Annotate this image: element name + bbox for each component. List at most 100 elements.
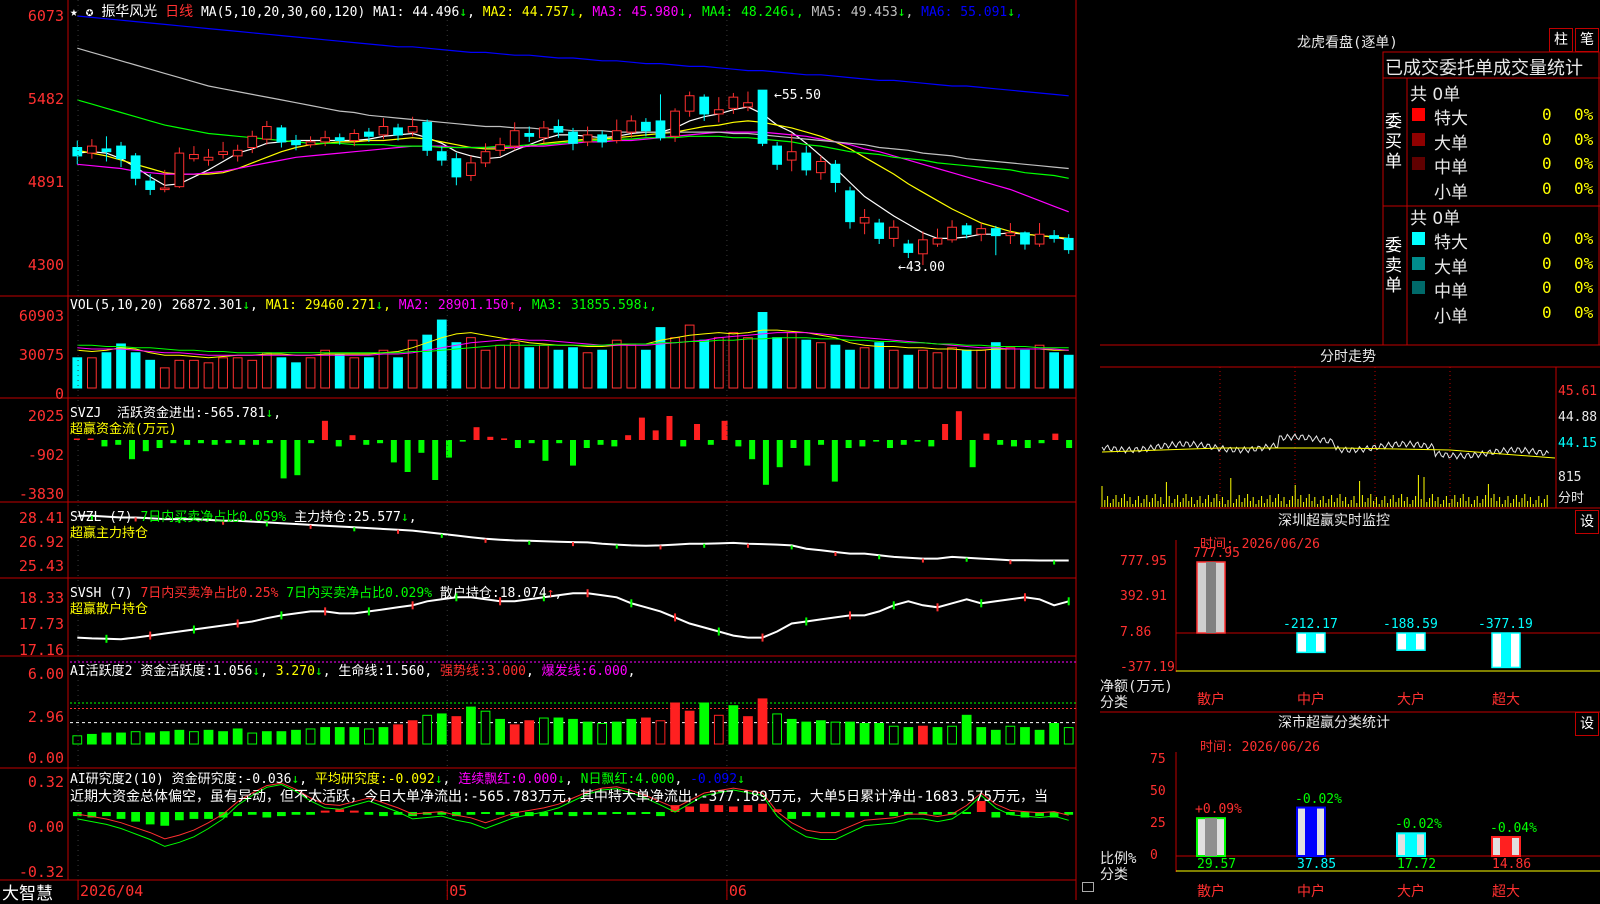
fund-flow-bar [1066, 440, 1073, 448]
candle-body [495, 144, 505, 151]
activity-bar [641, 717, 651, 745]
fund-flow-bar [804, 440, 811, 466]
monitor-ytick: 392.91 [1120, 589, 1167, 604]
activity-bar [495, 718, 505, 745]
activity-bar [524, 720, 535, 745]
research-bar [860, 812, 869, 817]
period-label[interactable]: 日线 [165, 4, 193, 20]
candle-body [597, 134, 608, 143]
candle-body [218, 151, 228, 155]
volume-bar [918, 349, 928, 389]
monitor-settings-button[interactable]: 设 [1575, 510, 1599, 534]
lock-icon[interactable] [1082, 882, 1094, 892]
sell-total: 共 0单 [1410, 209, 1461, 229]
research-bar [714, 805, 724, 812]
monitor-category: 超大 [1492, 692, 1520, 708]
vol-ma-legend-1: MA1: 29460.271↓, [265, 298, 399, 313]
activity-bar [1063, 727, 1074, 745]
stock-name[interactable]: 振华风光 [101, 4, 157, 20]
order-size-label: 特大 [1434, 109, 1468, 129]
order-count: 0 [1542, 105, 1552, 124]
volume-bar [699, 339, 710, 389]
order-size-label: 中单 [1434, 282, 1468, 302]
research-bar [174, 812, 184, 821]
volume-bar [393, 357, 403, 389]
activity-bar [291, 729, 301, 745]
candle-body [815, 160, 826, 174]
monitor-bar-highlight [1501, 633, 1511, 668]
research-bar [116, 812, 126, 819]
candle-body [1020, 232, 1030, 245]
low-price-label: ←43.00 [898, 260, 945, 275]
candle-body [830, 163, 841, 183]
fund-flow-bar [983, 433, 990, 440]
volume-bar [801, 339, 812, 389]
svsh-yaxis: 18.33 17.73 17.16 [18, 589, 64, 659]
ai-active-header: AI活跃度2 资金活跃度:1.056↓, 3.270↓, 生命线:1.560, … [70, 664, 636, 679]
fund-flow-bar [942, 424, 949, 440]
research-bar [816, 812, 826, 818]
activity-bar [72, 735, 83, 745]
ma-line-6 [77, 15, 1069, 97]
research-bar [102, 812, 111, 817]
candle-body [772, 145, 782, 165]
monitor-value: -377.19 [1478, 617, 1533, 632]
stats-change: -0.02% [1295, 791, 1342, 807]
research-bar [962, 812, 972, 814]
fund-flow-bar [1038, 440, 1045, 444]
fund-flow-bar [280, 440, 287, 479]
candle-body [203, 156, 214, 161]
stats-change: -0.04% [1490, 820, 1537, 836]
chart-area[interactable]: ★ ✪ 振华风光 日线 MA(5,10,20,30,60,120) MA1: 4… [0, 0, 1100, 904]
fund-flow-bar [142, 440, 149, 452]
monitor-ytick: -377.19 [1120, 660, 1175, 675]
candle-body [174, 152, 185, 188]
stats-category: 中户 [1297, 884, 1325, 900]
activity-bar [509, 724, 520, 745]
candle-body [874, 222, 885, 239]
volume-bar [159, 367, 170, 389]
stats-value: 29.57 [1197, 857, 1237, 872]
volume-bar [568, 347, 578, 389]
volume-bar [305, 357, 316, 389]
activity-bar [466, 706, 476, 745]
volume-bar [976, 349, 987, 389]
volume-bar [538, 344, 549, 389]
favorite-star-icon[interactable]: ★ ✪ [70, 5, 93, 20]
fund-flow-bar [239, 440, 246, 445]
fund-flow-bar [225, 440, 232, 444]
activity-bar [830, 721, 841, 745]
fund-flow-bar [321, 420, 328, 440]
monitor-category: 散户 [1197, 692, 1225, 708]
column-view-button[interactable]: 柱 [1549, 28, 1573, 52]
fund-flow-bar [818, 440, 825, 445]
volume-bar [145, 359, 156, 389]
fund-flow-bar [859, 440, 866, 447]
fund-flow-bar [459, 440, 466, 442]
stats-bar-highlight [1305, 807, 1317, 856]
stats-axis-label2: 分类 [1100, 867, 1128, 883]
candle-body [334, 137, 345, 142]
order-color-swatch [1412, 108, 1425, 121]
sell-side-label: 委卖单 [1385, 236, 1402, 296]
volume-bar [888, 349, 899, 389]
fund-flow-bar [349, 435, 356, 440]
stats-settings-button[interactable]: 设 [1575, 712, 1599, 736]
activity-bar [101, 732, 112, 745]
fund-flow-bar [831, 440, 838, 482]
tick-view-button[interactable]: 笔 [1575, 28, 1599, 52]
activity-bar [451, 716, 462, 745]
candle-body [641, 121, 651, 132]
brand-logo[interactable]: 大智慧 [2, 879, 53, 904]
monitor-bar-highlight [1306, 633, 1316, 653]
activity-bar [422, 714, 433, 745]
candle-body [553, 126, 564, 133]
stats-category: 大户 [1397, 884, 1425, 900]
research-bar [72, 812, 82, 817]
candle-body [1005, 232, 1016, 237]
order-percent: 0% [1574, 129, 1594, 149]
activity-bar [961, 714, 972, 745]
buy-side-label: 委买单 [1385, 112, 1402, 172]
activity-bar [364, 728, 374, 745]
activity-bar [232, 728, 243, 745]
